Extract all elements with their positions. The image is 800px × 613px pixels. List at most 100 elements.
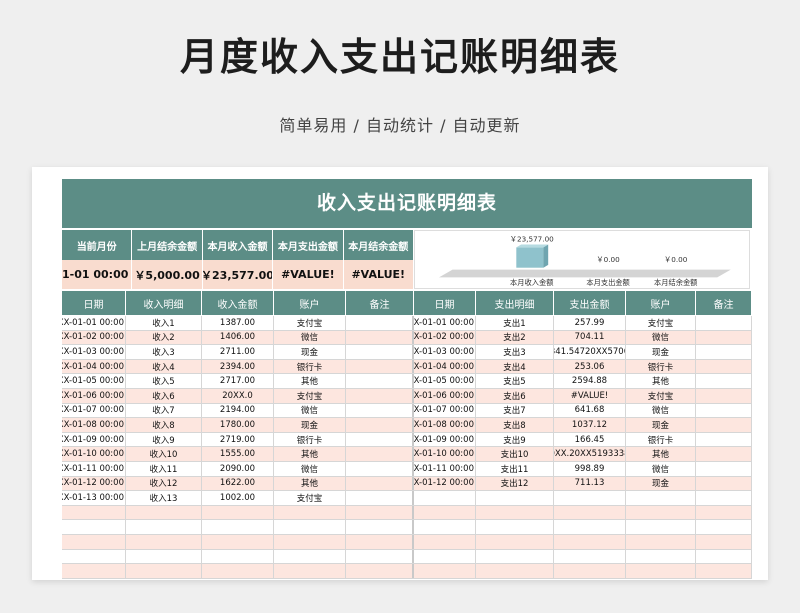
table-cell[interactable]: 2194.00	[202, 403, 274, 418]
table-cell[interactable]: 711.13	[554, 476, 626, 491]
summary-current-month[interactable]: 20XX-01-01 00:00	[62, 260, 133, 289]
table-cell[interactable]	[62, 520, 126, 534]
table-cell[interactable]: 20XX-01-10 00:00	[62, 447, 126, 461]
table-cell[interactable]: 20XX-01-02 00:00	[414, 330, 476, 345]
table-cell[interactable]: 微信	[274, 461, 346, 476]
table-cell[interactable]: 其他	[626, 447, 696, 461]
table-cell[interactable]	[346, 432, 414, 447]
table-cell[interactable]	[626, 491, 696, 505]
table-cell[interactable]	[554, 534, 626, 549]
table-cell[interactable]: 2711.00	[202, 345, 274, 359]
table-cell[interactable]	[414, 505, 476, 520]
table-cell[interactable]: 20XX-01-03 00:00	[62, 345, 126, 359]
table-cell[interactable]	[346, 461, 414, 476]
table-cell[interactable]: 20XX-01-03 00:00	[414, 345, 476, 359]
table-cell[interactable]	[126, 534, 202, 549]
table-cell[interactable]	[696, 403, 752, 418]
table-cell[interactable]: 253.06	[554, 359, 626, 374]
table-cell[interactable]: 20XX-01-12 00:00	[414, 476, 476, 491]
table-cell[interactable]: 支出11	[476, 461, 554, 476]
table-cell[interactable]: 支出4	[476, 359, 554, 374]
table-cell[interactable]	[696, 549, 752, 564]
table-cell[interactable]: 收入13	[126, 491, 202, 505]
table-cell[interactable]: 微信	[626, 461, 696, 476]
table-cell[interactable]: 其他	[626, 374, 696, 388]
table-cell[interactable]	[696, 330, 752, 345]
table-cell[interactable]	[476, 549, 554, 564]
table-cell[interactable]: 0XX.20XX5193338	[554, 447, 626, 461]
table-cell[interactable]: 20XX-01-05 00:00	[414, 374, 476, 388]
table-cell[interactable]	[346, 491, 414, 505]
table-cell[interactable]: 收入6	[126, 388, 202, 403]
table-cell[interactable]	[554, 520, 626, 534]
table-cell[interactable]: 1780.00	[202, 418, 274, 432]
table-cell[interactable]	[626, 564, 696, 578]
table-cell[interactable]: 收入12	[126, 476, 202, 491]
table-cell[interactable]	[696, 418, 752, 432]
table-cell[interactable]	[414, 520, 476, 534]
table-cell[interactable]: 微信	[626, 403, 696, 418]
table-cell[interactable]: 银行卡	[274, 432, 346, 447]
table-cell[interactable]: 20XX-01-04 00:00	[414, 359, 476, 374]
table-cell[interactable]: 支付宝	[274, 316, 346, 330]
table-cell[interactable]: 20XX-01-06 00:00	[414, 388, 476, 403]
table-cell[interactable]: 收入4	[126, 359, 202, 374]
table-cell[interactable]: 收入7	[126, 403, 202, 418]
table-cell[interactable]: 20XX-01-07 00:00	[414, 403, 476, 418]
table-cell[interactable]: 收入11	[126, 461, 202, 476]
table-cell[interactable]: 其他	[274, 374, 346, 388]
table-cell[interactable]: 1002.00	[202, 491, 274, 505]
table-cell[interactable]: #VALUE!	[554, 388, 626, 403]
table-cell[interactable]	[626, 534, 696, 549]
table-cell[interactable]: 2719.00	[202, 432, 274, 447]
table-cell[interactable]	[346, 359, 414, 374]
table-cell[interactable]	[346, 418, 414, 432]
table-cell[interactable]	[696, 505, 752, 520]
table-cell[interactable]	[476, 520, 554, 534]
table-cell[interactable]	[346, 476, 414, 491]
table-cell[interactable]: 微信	[274, 330, 346, 345]
table-cell[interactable]: 20XX-01-11 00:00	[62, 461, 126, 476]
table-cell[interactable]	[696, 447, 752, 461]
table-cell[interactable]	[346, 316, 414, 330]
table-cell[interactable]: 1622.00	[202, 476, 274, 491]
table-cell[interactable]: 20XX-01-10 00:00	[414, 447, 476, 461]
table-cell[interactable]: 20XX-01-09 00:00	[62, 432, 126, 447]
table-cell[interactable]: 支出5	[476, 374, 554, 388]
table-cell[interactable]	[346, 330, 414, 345]
table-cell[interactable]: 2090.00	[202, 461, 274, 476]
table-cell[interactable]: 支出2	[476, 330, 554, 345]
table-cell[interactable]	[696, 461, 752, 476]
table-cell[interactable]	[696, 345, 752, 359]
table-cell[interactable]: 支出10	[476, 447, 554, 461]
table-cell[interactable]: 257.99	[554, 316, 626, 330]
table-cell[interactable]: 20XX-01-07 00:00	[62, 403, 126, 418]
table-cell[interactable]: 支付宝	[274, 491, 346, 505]
table-cell[interactable]: 20XX-01-01 00:00	[62, 316, 126, 330]
summary-expense[interactable]: #VALUE!	[273, 260, 344, 289]
table-cell[interactable]: 支付宝	[626, 316, 696, 330]
table-cell[interactable]	[554, 549, 626, 564]
table-cell[interactable]: 银行卡	[274, 359, 346, 374]
table-cell[interactable]: 支付宝	[274, 388, 346, 403]
table-cell[interactable]	[476, 505, 554, 520]
table-cell[interactable]: 支出3	[476, 345, 554, 359]
table-cell[interactable]	[202, 564, 274, 578]
table-cell[interactable]: 支出1	[476, 316, 554, 330]
table-cell[interactable]: 166.45	[554, 432, 626, 447]
table-cell[interactable]	[346, 564, 414, 578]
table-cell[interactable]: 2394.00	[202, 359, 274, 374]
table-cell[interactable]	[346, 345, 414, 359]
table-cell[interactable]: 1555.00	[202, 447, 274, 461]
table-cell[interactable]	[62, 534, 126, 549]
table-cell[interactable]	[62, 505, 126, 520]
table-cell[interactable]	[696, 359, 752, 374]
table-cell[interactable]	[626, 520, 696, 534]
table-cell[interactable]	[554, 491, 626, 505]
table-cell[interactable]	[414, 534, 476, 549]
table-cell[interactable]	[476, 534, 554, 549]
table-cell[interactable]	[696, 491, 752, 505]
table-cell[interactable]: 1037.12	[554, 418, 626, 432]
table-cell[interactable]	[202, 549, 274, 564]
table-cell[interactable]	[346, 388, 414, 403]
